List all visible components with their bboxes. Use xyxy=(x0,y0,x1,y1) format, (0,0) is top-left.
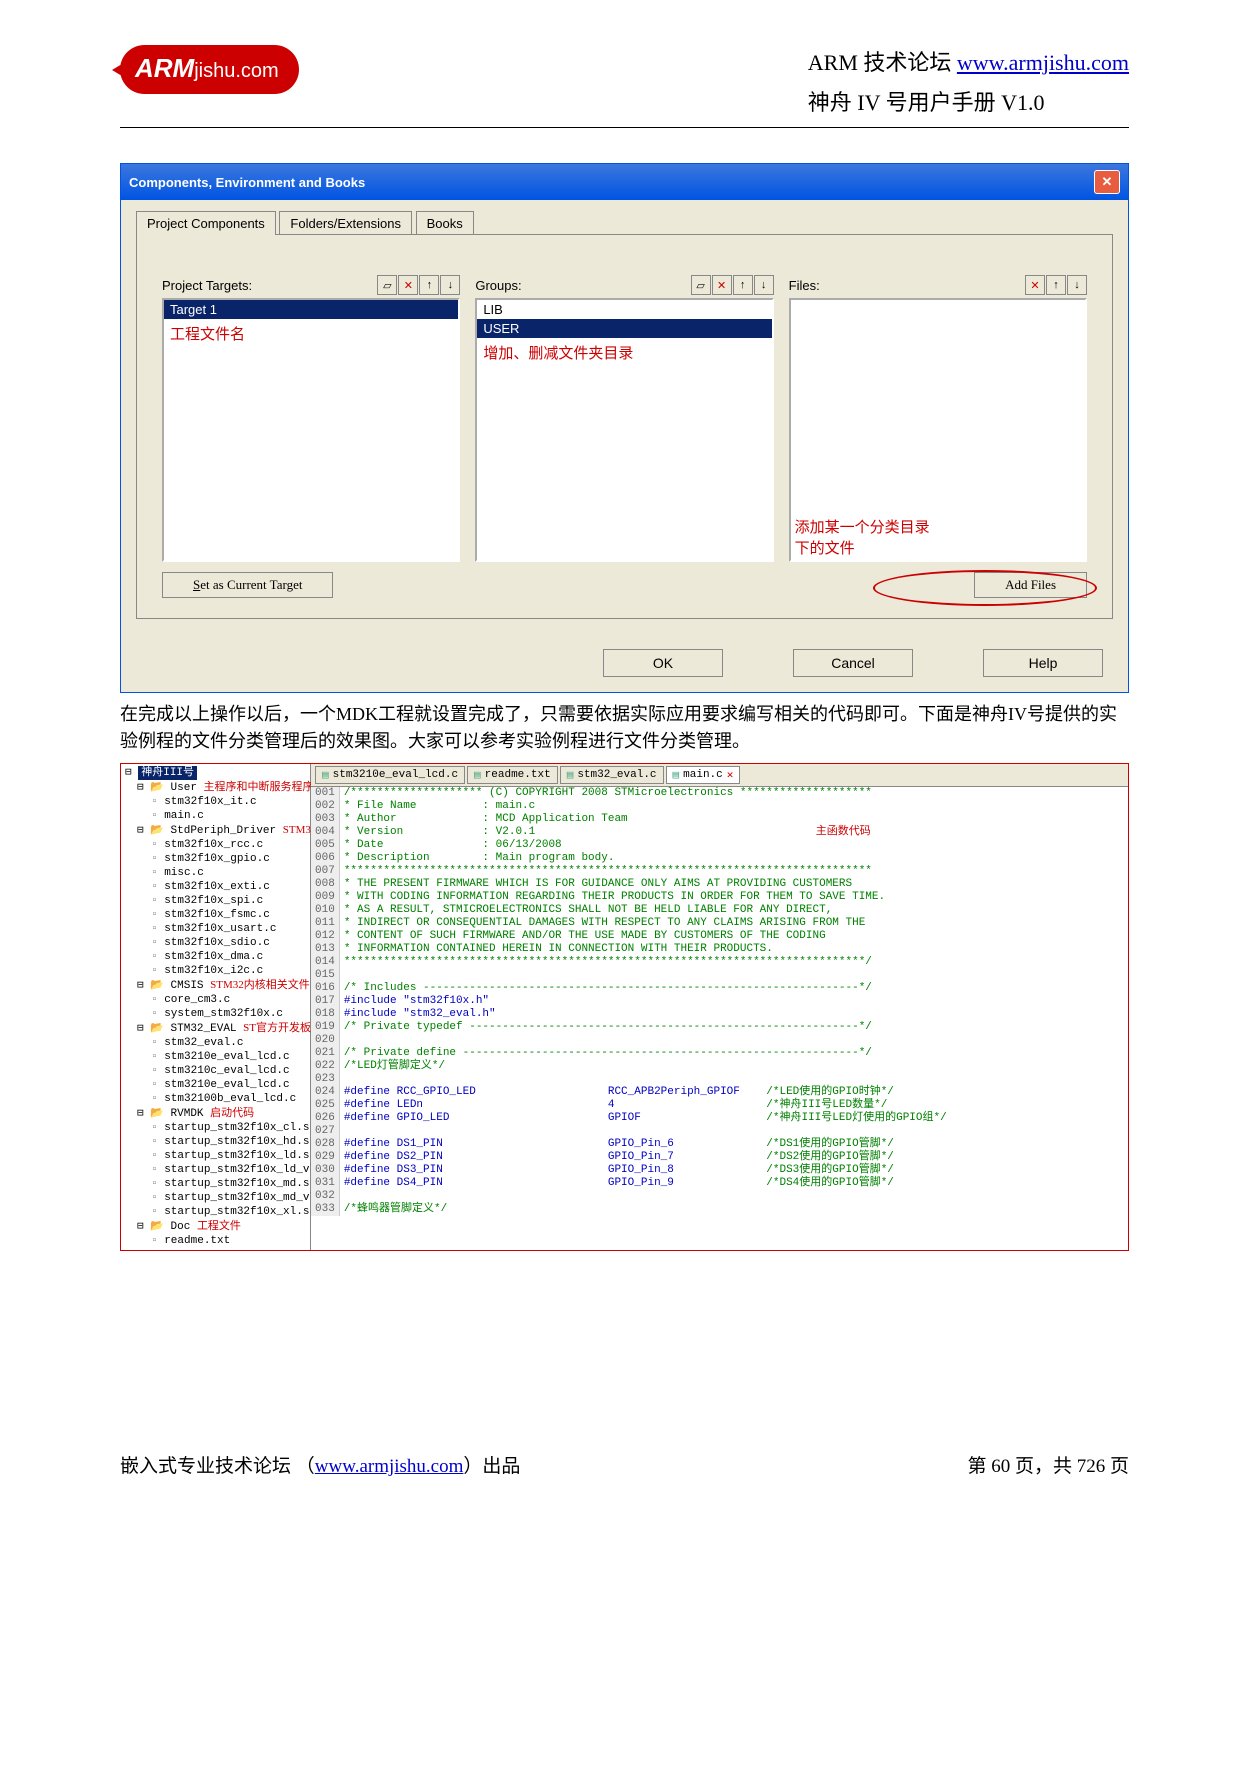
delete-icon[interactable]: ✕ xyxy=(1025,275,1045,295)
annotation: 添加某一个分类目录 xyxy=(795,516,930,537)
annotation: 下的文件 xyxy=(795,537,930,558)
down-icon[interactable]: ↓ xyxy=(440,275,460,295)
files-list[interactable]: 添加某一个分类目录 下的文件 xyxy=(789,298,1087,562)
add-files-button[interactable]: Add Files xyxy=(974,572,1087,598)
paragraph: 在完成以上操作以后，一个MDK工程就设置完成了，只需要依据实际应用要求编写相关的… xyxy=(120,701,1129,755)
page-number: 第 60 页，共 726 页 xyxy=(967,1451,1129,1478)
new-icon[interactable]: ▱ xyxy=(377,275,397,295)
tab-folders[interactable]: Folders/Extensions xyxy=(279,211,412,235)
dialog-title: Components, Environment and Books xyxy=(129,175,365,190)
down-icon[interactable]: ↓ xyxy=(1067,275,1087,295)
groups-label: Groups: xyxy=(475,278,521,293)
new-icon[interactable]: ▱ xyxy=(691,275,711,295)
list-item[interactable]: USER xyxy=(477,319,771,338)
footer-text: 嵌入式专业技术论坛 （ xyxy=(120,1456,315,1477)
list-item[interactable]: Target 1 xyxy=(164,300,458,319)
delete-icon[interactable]: ✕ xyxy=(712,275,732,295)
delete-icon[interactable]: ✕ xyxy=(398,275,418,295)
targets-list[interactable]: Target 1 工程文件名 xyxy=(162,298,460,562)
ok-button[interactable]: OK xyxy=(603,649,723,677)
help-button[interactable]: Help xyxy=(983,649,1103,677)
annotation: 工程文件名 xyxy=(164,319,458,348)
up-icon[interactable]: ↑ xyxy=(733,275,753,295)
close-icon[interactable]: ✕ xyxy=(1094,170,1120,194)
footer-text: ）出品 xyxy=(463,1456,520,1477)
up-icon[interactable]: ↑ xyxy=(419,275,439,295)
dialog: Components, Environment and Books ✕ Proj… xyxy=(120,163,1129,693)
set-target-button[interactable]: Set as Current Target xyxy=(162,572,333,598)
tab-books[interactable]: Books xyxy=(416,211,474,235)
editor-tab[interactable]: ▤readme.txt xyxy=(467,766,558,784)
ide-screenshot: ⊟ 神舟III号⊟ 📂 User 主程序和中断服务程序▫ stm32f10x_i… xyxy=(120,763,1129,1251)
header-link[interactable]: www.armjishu.com xyxy=(957,50,1129,75)
down-icon[interactable]: ↓ xyxy=(754,275,774,295)
targets-label: Project Targets: xyxy=(162,278,252,293)
project-tree[interactable]: ⊟ 神舟III号⊟ 📂 User 主程序和中断服务程序▫ stm32f10x_i… xyxy=(121,764,311,1250)
list-item[interactable]: LIB xyxy=(477,300,771,319)
tab-project-components[interactable]: Project Components xyxy=(136,211,276,235)
editor-tab[interactable]: ▤stm3210e_eval_lcd.c xyxy=(315,766,465,784)
logo: ARMjishu.com xyxy=(120,45,299,94)
groups-list[interactable]: LIB USER 增加、删减文件夹目录 xyxy=(475,298,773,562)
editor-tab[interactable]: ▤main.c✕ xyxy=(666,766,741,784)
cancel-button[interactable]: Cancel xyxy=(793,649,913,677)
annotation: 增加、删减文件夹目录 xyxy=(477,338,771,367)
files-label: Files: xyxy=(789,278,820,293)
footer-link[interactable]: www.armjishu.com xyxy=(315,1456,464,1477)
up-icon[interactable]: ↑ xyxy=(1046,275,1066,295)
header-text: ARM 技术论坛 xyxy=(808,50,957,75)
subtitle: 神舟 IV 号用户手册 V1.0 xyxy=(808,85,1129,117)
editor-tab[interactable]: ▤stm32_eval.c xyxy=(560,766,664,784)
